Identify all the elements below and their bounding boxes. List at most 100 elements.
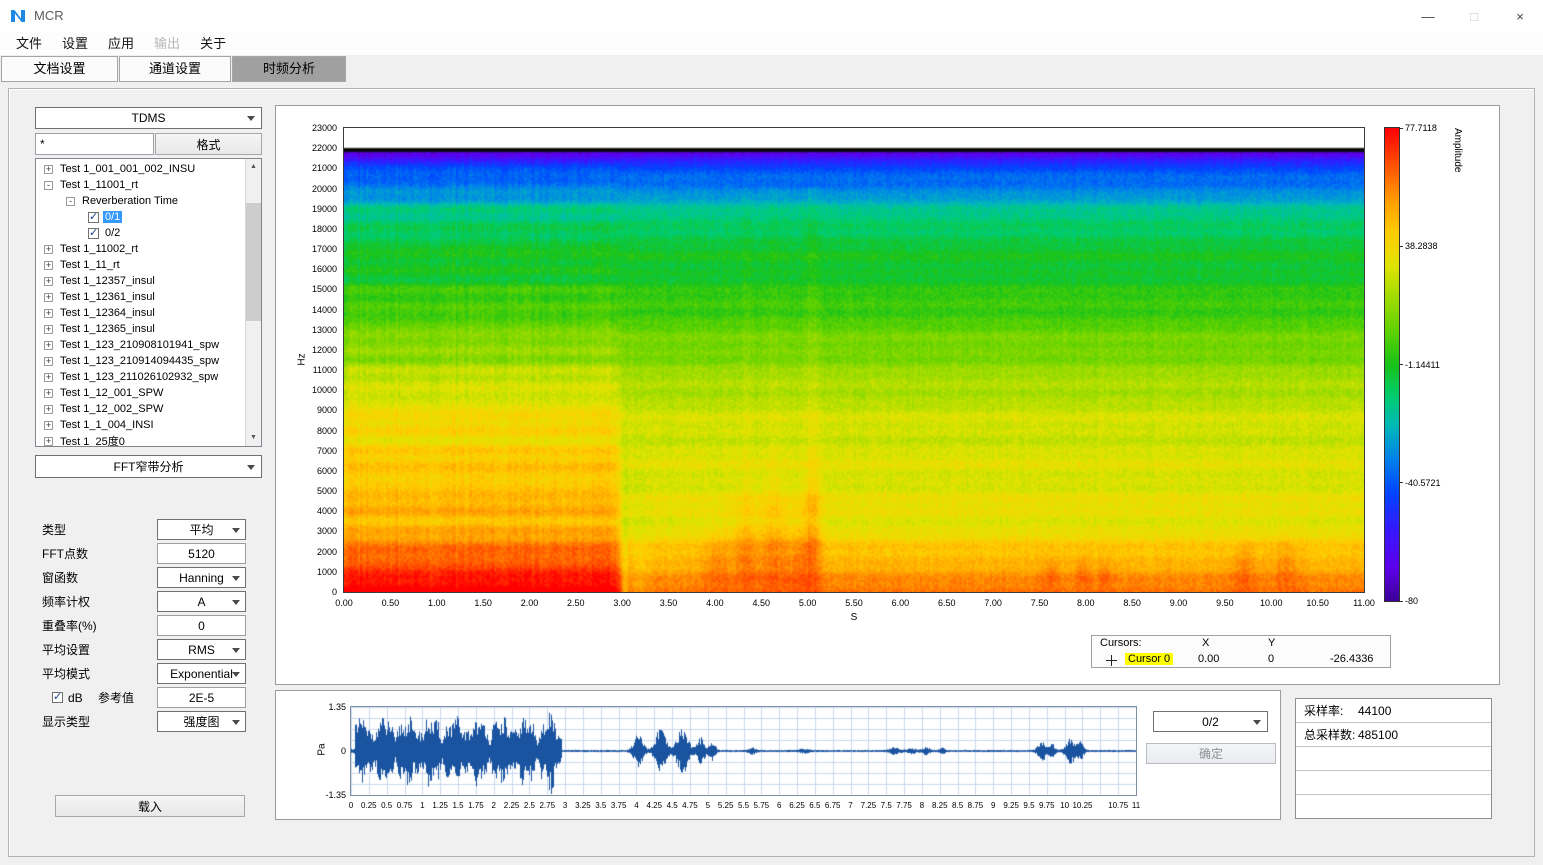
- wave-x-tick-label: 0.5: [381, 801, 392, 810]
- tab-channel-settings[interactable]: 通道设置: [119, 56, 231, 82]
- spectro-y-tick-label: 4000: [317, 506, 337, 516]
- tree-checkbox[interactable]: [88, 212, 99, 223]
- cursor-name-badge[interactable]: Cursor 0: [1125, 653, 1173, 665]
- spectrogram-canvas[interactable]: [344, 128, 1364, 592]
- spectro-y-tick-label: 21000: [312, 163, 337, 173]
- tree-item[interactable]: +Test 1_123_210908101941_spw: [36, 337, 245, 353]
- expand-icon[interactable]: +: [44, 421, 53, 430]
- field-label: 窗函数: [42, 567, 78, 589]
- tree-item[interactable]: 0/1: [36, 209, 245, 225]
- menu-item-output[interactable]: 输出: [144, 32, 190, 55]
- tree-item[interactable]: -Reverberation Time: [36, 193, 245, 209]
- expand-icon[interactable]: +: [44, 357, 53, 366]
- expand-icon[interactable]: +: [44, 165, 53, 174]
- expand-icon[interactable]: +: [44, 405, 53, 414]
- expand-icon[interactable]: +: [44, 325, 53, 334]
- expand-icon[interactable]: +: [44, 341, 53, 350]
- expand-icon[interactable]: +: [44, 437, 53, 446]
- field-input[interactable]: 5120: [157, 543, 246, 564]
- expand-icon[interactable]: +: [44, 389, 53, 398]
- tree-item[interactable]: +Test 1_11002_rt: [36, 241, 245, 257]
- tree-item[interactable]: 0/2: [36, 225, 245, 241]
- field-select[interactable]: Hanning: [157, 567, 246, 588]
- tab-document-settings[interactable]: 文档设置: [1, 56, 118, 82]
- expand-icon[interactable]: +: [44, 373, 53, 382]
- collapse-icon[interactable]: -: [44, 181, 53, 190]
- wave-x-tick-label: 1.75: [468, 801, 484, 810]
- channel-select[interactable]: 0/2: [1153, 711, 1268, 732]
- spectro-y-tick-label: 17000: [312, 244, 337, 254]
- field-input[interactable]: 2E-5: [157, 687, 246, 708]
- tree-item[interactable]: +Test 1_25度0: [36, 433, 245, 447]
- wave-x-tick-label: 9.25: [1003, 801, 1019, 810]
- wave-x-tick-label: 6.25: [789, 801, 805, 810]
- menu-item-apply[interactable]: 应用: [98, 32, 144, 55]
- scroll-up-icon[interactable]: ▲: [246, 159, 261, 175]
- tree-item[interactable]: +Test 1_12357_insul: [36, 273, 245, 289]
- scroll-down-icon[interactable]: ▼: [246, 430, 261, 446]
- field-input[interactable]: 0: [157, 615, 246, 636]
- cursor-x-header: X: [1202, 637, 1209, 649]
- info-value: 485100: [1358, 728, 1398, 742]
- colorbar-tick-text: -80: [1405, 596, 1418, 606]
- form-row: 类型平均: [35, 519, 262, 541]
- tree-item[interactable]: +Test 1_11_rt: [36, 257, 245, 273]
- db-checkbox[interactable]: [52, 692, 63, 703]
- tree-item[interactable]: +Test 1_12_001_SPW: [36, 385, 245, 401]
- colorbar-tick-mark: [1399, 364, 1403, 365]
- menu-item-about[interactable]: 关于: [190, 32, 236, 55]
- minimize-button[interactable]: —: [1405, 0, 1451, 32]
- spectro-y-tick-label: 12000: [312, 345, 337, 355]
- colorbar-tick-mark: [1399, 246, 1403, 247]
- expand-icon[interactable]: +: [44, 245, 53, 254]
- expand-icon[interactable]: +: [44, 261, 53, 270]
- expand-icon[interactable]: +: [44, 277, 53, 286]
- field-select[interactable]: 平均: [157, 519, 246, 540]
- colorbar-tick-mark: [1399, 601, 1403, 602]
- wave-x-tick-label: 10.25: [1072, 801, 1092, 810]
- field-select[interactable]: RMS: [157, 639, 246, 660]
- spectro-y-tick-label: 16000: [312, 264, 337, 274]
- tree-checkbox[interactable]: [88, 228, 99, 239]
- expand-icon[interactable]: +: [44, 309, 53, 318]
- collapse-icon[interactable]: -: [66, 197, 75, 206]
- analysis-type-value: FFT窄带分析: [114, 458, 184, 475]
- tree-item[interactable]: +Test 1_12364_insul: [36, 305, 245, 321]
- wave-x-tick-label: 2.5: [524, 801, 535, 810]
- tree-item[interactable]: +Test 1_1_004_INSI: [36, 417, 245, 433]
- tree-item[interactable]: +Test 1_12_002_SPW: [36, 401, 245, 417]
- wave-x-tick-label: 5.25: [718, 801, 734, 810]
- spectro-x-tick-label: 3.50: [660, 598, 678, 608]
- load-button[interactable]: 载入: [55, 795, 245, 817]
- tree-item[interactable]: + Test 1_12361_insul: [36, 289, 245, 305]
- confirm-button[interactable]: 确定: [1146, 743, 1276, 764]
- tab-time-frequency-analysis[interactable]: 时频分析: [232, 56, 346, 82]
- tree-item[interactable]: +Test 1_123_211026102932_spw: [36, 369, 245, 385]
- wave-x-tick-label: 9.5: [1023, 801, 1034, 810]
- field-select[interactable]: Exponential: [157, 663, 246, 684]
- close-button[interactable]: ×: [1497, 0, 1543, 32]
- wave-x-tick-label: 8.75: [968, 801, 984, 810]
- maximize-button[interactable]: □: [1451, 0, 1497, 32]
- tree-item[interactable]: +Test 1_12365_insul: [36, 321, 245, 337]
- tree-scrollbar[interactable]: ▲ ▼: [245, 159, 261, 446]
- waveform-canvas[interactable]: [351, 707, 1136, 795]
- tree-item[interactable]: +Test 1_001_001_002_INSU: [36, 161, 245, 177]
- format-button[interactable]: 格式: [155, 133, 262, 155]
- cursor-amplitude-value: -26.4336: [1330, 653, 1373, 665]
- format-select[interactable]: TDMS: [35, 107, 262, 129]
- field-select[interactable]: 强度图: [157, 711, 246, 732]
- tree-item[interactable]: -Test 1_11001_rt: [36, 177, 245, 193]
- field-select[interactable]: A: [157, 591, 246, 612]
- expand-icon[interactable]: +: [44, 293, 53, 302]
- spectro-y-tick-label: 13000: [312, 325, 337, 335]
- tree-item[interactable]: +Test 1_123_210914094435_spw: [36, 353, 245, 369]
- menu-item-file[interactable]: 文件: [6, 32, 52, 55]
- menu-item-settings[interactable]: 设置: [52, 32, 98, 55]
- scrollbar-thumb[interactable]: [246, 203, 261, 321]
- spectro-x-tick-label: 11.00: [1353, 598, 1375, 608]
- tree-item-label: Test 1_12361_insul: [58, 291, 157, 303]
- analysis-type-select[interactable]: FFT窄带分析: [35, 455, 262, 478]
- filter-input[interactable]: [35, 133, 154, 155]
- cursors-title: Cursors:: [1100, 637, 1142, 649]
